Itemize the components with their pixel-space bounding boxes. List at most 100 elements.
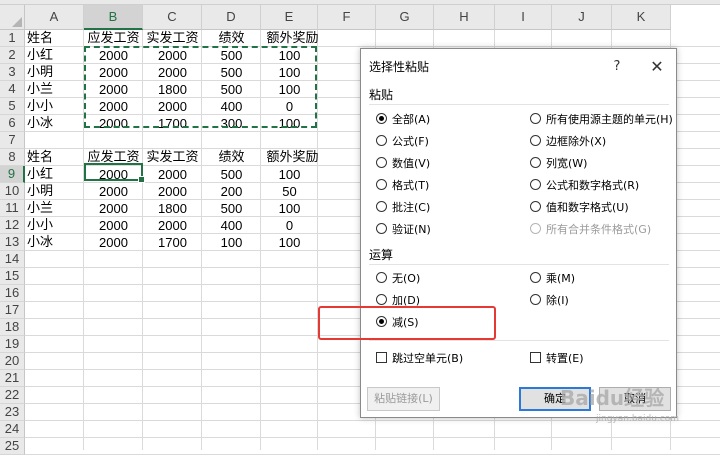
table1-data-cell[interactable]: 300 bbox=[202, 115, 261, 132]
table1-data-cell[interactable]: 小红 bbox=[25, 47, 86, 64]
paste-option-radio[interactable]: 边框除外(X) bbox=[530, 132, 606, 149]
table2-data-cell[interactable]: 100 bbox=[261, 166, 318, 183]
paste-link-button[interactable]: 粘贴链接(L) bbox=[367, 387, 440, 411]
row-header-11[interactable]: 11 bbox=[0, 200, 25, 217]
row-header-12[interactable]: 12 bbox=[0, 217, 25, 234]
operation-radio[interactable]: 加(D) bbox=[376, 291, 420, 308]
paste-option-radio[interactable]: 全部(A) bbox=[376, 110, 430, 127]
row-header-1[interactable]: 1 bbox=[0, 30, 25, 47]
row-header-4[interactable]: 4 bbox=[0, 81, 25, 98]
column-header-j[interactable]: J bbox=[552, 5, 612, 30]
table2-data-cell[interactable]: 2000 bbox=[143, 183, 202, 200]
paste-option-radio[interactable]: 数值(V) bbox=[376, 154, 430, 171]
column-header-b[interactable]: B bbox=[84, 5, 143, 30]
table1-data-cell[interactable]: 500 bbox=[202, 47, 261, 64]
row-header-24[interactable]: 24 bbox=[0, 421, 25, 438]
row-header-16[interactable]: 16 bbox=[0, 285, 25, 302]
table2-data-cell[interactable]: 小冰 bbox=[25, 234, 86, 251]
table1-data-cell[interactable]: 100 bbox=[261, 47, 318, 64]
table1-data-cell[interactable]: 2000 bbox=[143, 64, 202, 81]
row-header-8[interactable]: 8 bbox=[0, 149, 25, 166]
table1-data-cell[interactable]: 400 bbox=[202, 98, 261, 115]
table1-header-cell[interactable]: 额外奖励 bbox=[261, 30, 324, 47]
table1-data-cell[interactable]: 2000 bbox=[84, 115, 143, 132]
column-header-h[interactable]: H bbox=[434, 5, 495, 30]
paste-option-radio[interactable]: 公式和数字格式(R) bbox=[530, 176, 639, 193]
table1-data-cell[interactable]: 0 bbox=[261, 98, 318, 115]
row-header-5[interactable]: 5 bbox=[0, 98, 25, 115]
table1-data-cell[interactable]: 1700 bbox=[143, 115, 202, 132]
table2-data-cell[interactable]: 2000 bbox=[84, 217, 143, 234]
row-header-25[interactable]: 25 bbox=[0, 438, 25, 455]
row-header-19[interactable]: 19 bbox=[0, 336, 25, 353]
table2-data-cell[interactable]: 200 bbox=[202, 183, 261, 200]
table2-data-cell[interactable]: 500 bbox=[202, 166, 261, 183]
table1-data-cell[interactable]: 2000 bbox=[84, 98, 143, 115]
paste-option-radio[interactable]: 验证(N) bbox=[376, 220, 431, 237]
table2-data-cell[interactable]: 1700 bbox=[143, 234, 202, 251]
table2-header-cell[interactable]: 姓名 bbox=[25, 149, 86, 166]
table1-data-cell[interactable]: 小冰 bbox=[25, 115, 86, 132]
table2-data-cell[interactable]: 2000 bbox=[143, 217, 202, 234]
transpose-checkbox[interactable]: 转置(E) bbox=[530, 349, 584, 366]
table1-data-cell[interactable]: 2000 bbox=[143, 47, 202, 64]
column-header-k[interactable]: K bbox=[612, 5, 671, 30]
row-header-13[interactable]: 13 bbox=[0, 234, 25, 251]
table2-data-cell[interactable]: 小小 bbox=[25, 217, 86, 234]
table1-header-cell[interactable]: 姓名 bbox=[25, 30, 86, 47]
skip-blanks-checkbox[interactable]: 跳过空单元(B) bbox=[376, 349, 463, 366]
row-header-17[interactable]: 17 bbox=[0, 302, 25, 319]
table2-data-cell[interactable]: 2000 bbox=[84, 200, 143, 217]
table2-data-cell[interactable]: 2000 bbox=[84, 166, 143, 183]
table2-data-cell[interactable]: 2000 bbox=[84, 183, 143, 200]
table2-data-cell[interactable]: 0 bbox=[261, 217, 318, 234]
column-header-d[interactable]: D bbox=[202, 5, 261, 30]
table1-data-cell[interactable]: 1800 bbox=[143, 81, 202, 98]
table1-data-cell[interactable]: 100 bbox=[261, 64, 318, 81]
table1-data-cell[interactable]: 100 bbox=[261, 115, 318, 132]
row-header-22[interactable]: 22 bbox=[0, 387, 25, 404]
row-header-2[interactable]: 2 bbox=[0, 47, 25, 64]
row-header-10[interactable]: 10 bbox=[0, 183, 25, 200]
operation-radio[interactable]: 无(O) bbox=[376, 269, 420, 286]
table2-data-cell[interactable]: 小红 bbox=[25, 166, 86, 183]
table2-header-cell[interactable]: 实发工资 bbox=[143, 149, 202, 166]
column-header-e[interactable]: E bbox=[261, 5, 318, 30]
operation-radio[interactable]: 乘(M) bbox=[530, 269, 575, 286]
table1-header-cell[interactable]: 实发工资 bbox=[143, 30, 202, 47]
column-header-a[interactable]: A bbox=[25, 5, 84, 30]
table2-data-cell[interactable]: 小兰 bbox=[25, 200, 86, 217]
table2-data-cell[interactable]: 1800 bbox=[143, 200, 202, 217]
row-header-20[interactable]: 20 bbox=[0, 353, 25, 370]
table2-data-cell[interactable]: 小明 bbox=[25, 183, 86, 200]
paste-option-radio[interactable]: 公式(F) bbox=[376, 132, 429, 149]
column-header-f[interactable]: F bbox=[318, 5, 376, 30]
row-header-14[interactable]: 14 bbox=[0, 251, 25, 268]
table2-data-cell[interactable]: 100 bbox=[261, 234, 318, 251]
table1-data-cell[interactable]: 2000 bbox=[84, 81, 143, 98]
row-header-3[interactable]: 3 bbox=[0, 64, 25, 81]
table2-header-cell[interactable]: 绩效 bbox=[202, 149, 261, 166]
table1-data-cell[interactable]: 小小 bbox=[25, 98, 86, 115]
column-header-c[interactable]: C bbox=[143, 5, 202, 30]
select-all-corner[interactable] bbox=[0, 5, 25, 30]
column-header-i[interactable]: I bbox=[495, 5, 552, 30]
row-header-21[interactable]: 21 bbox=[0, 370, 25, 387]
paste-option-radio[interactable]: 列宽(W) bbox=[530, 154, 587, 171]
operation-radio[interactable]: 除(I) bbox=[530, 291, 569, 308]
table1-header-cell[interactable]: 绩效 bbox=[202, 30, 261, 47]
table2-data-cell[interactable]: 100 bbox=[261, 200, 318, 217]
table1-data-cell[interactable]: 小兰 bbox=[25, 81, 86, 98]
table2-data-cell[interactable]: 400 bbox=[202, 217, 261, 234]
help-icon[interactable]: ? bbox=[607, 57, 627, 77]
table1-data-cell[interactable]: 小明 bbox=[25, 64, 86, 81]
table2-data-cell[interactable]: 500 bbox=[202, 200, 261, 217]
operation-radio[interactable]: 减(S) bbox=[376, 313, 419, 330]
table2-data-cell[interactable]: 2000 bbox=[84, 234, 143, 251]
table1-data-cell[interactable]: 2000 bbox=[143, 98, 202, 115]
paste-option-radio[interactable]: 格式(T) bbox=[376, 176, 429, 193]
row-header-18[interactable]: 18 bbox=[0, 319, 25, 336]
table2-data-cell[interactable]: 100 bbox=[202, 234, 261, 251]
table2-data-cell[interactable]: 50 bbox=[261, 183, 318, 200]
close-icon[interactable]: ✕ bbox=[647, 57, 667, 77]
